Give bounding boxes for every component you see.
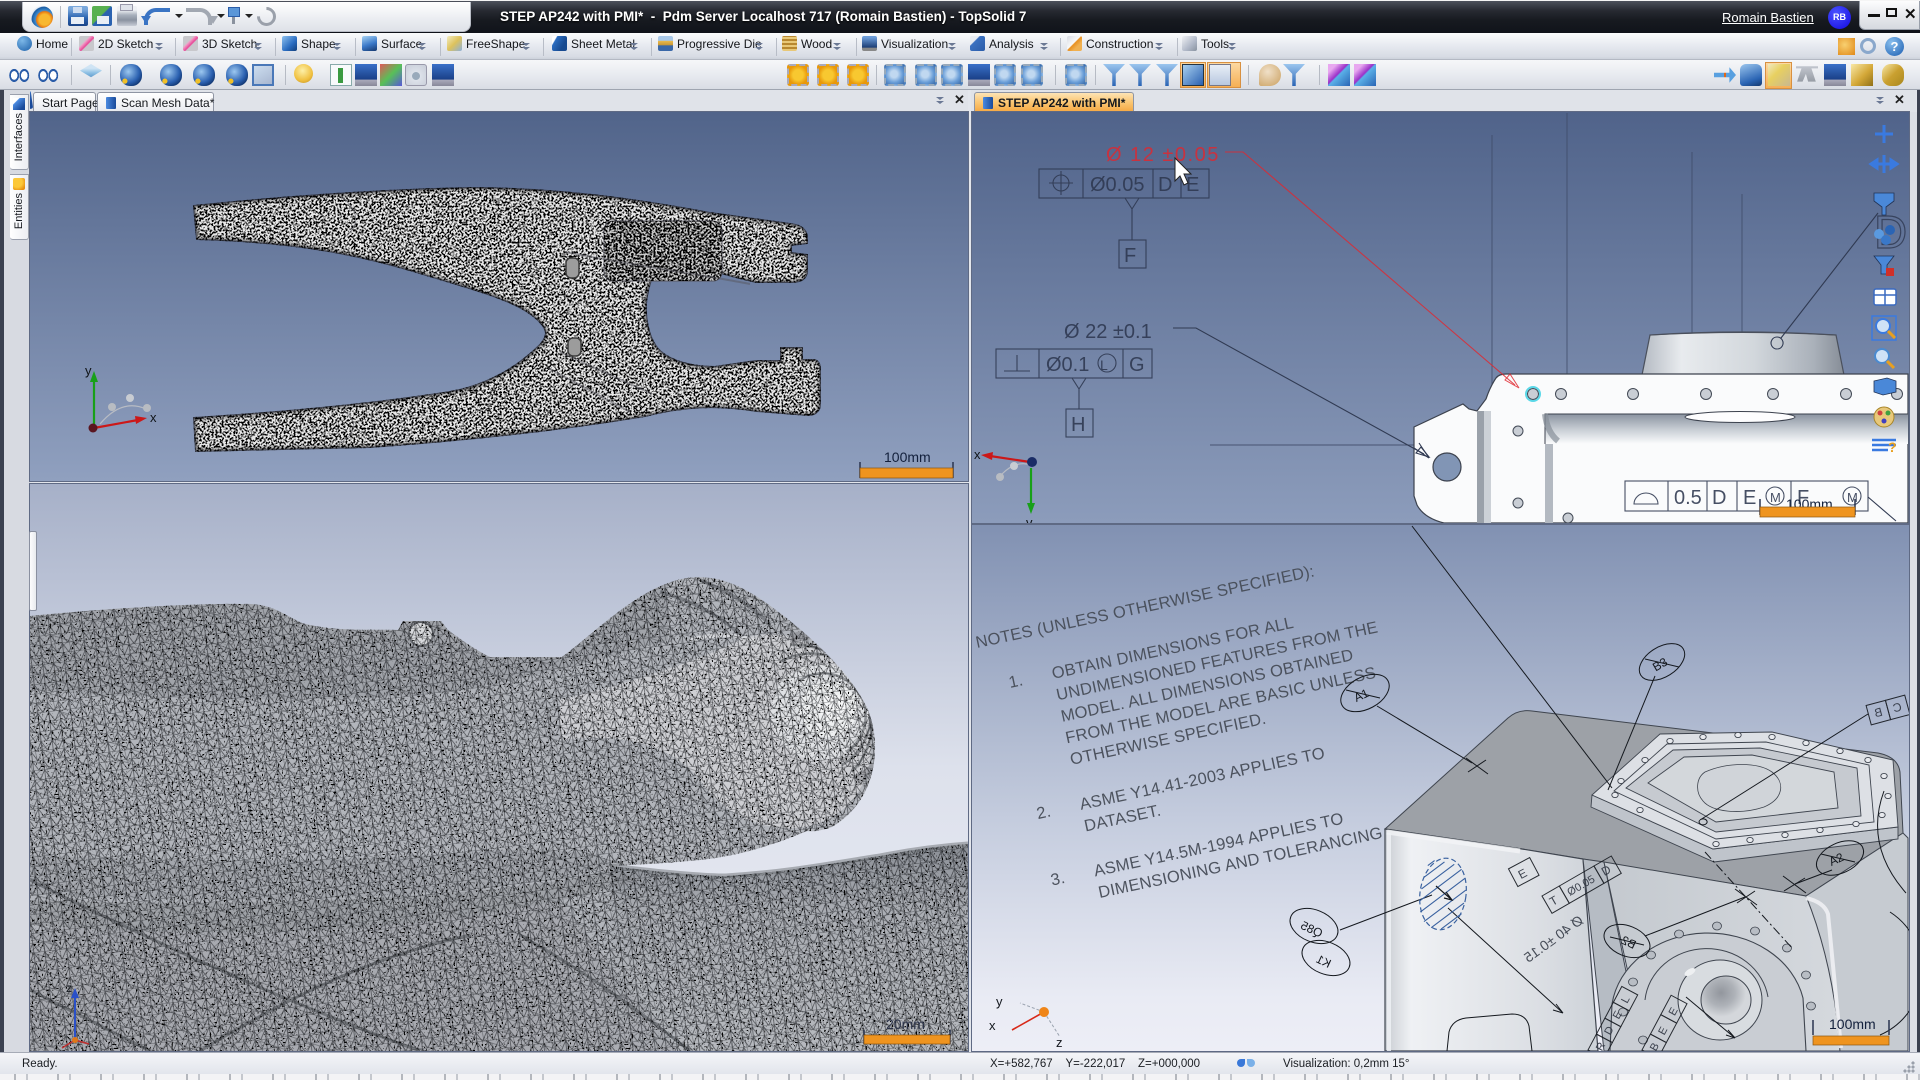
svg-text:Ø0.1: Ø0.1	[1046, 354, 1089, 376]
svg-text:D: D	[1712, 487, 1726, 509]
svg-text:M: M	[1847, 490, 1858, 505]
svg-text:G: G	[1129, 354, 1145, 376]
svg-text:H: H	[1071, 414, 1085, 436]
svg-text:x: x	[989, 1018, 996, 1033]
svg-text:E: E	[1743, 487, 1756, 509]
svg-text:L: L	[1100, 357, 1108, 373]
svg-text:Ø0.05: Ø0.05	[1090, 174, 1144, 196]
svg-text:Ø 12 ±0.05: Ø 12 ±0.05	[1106, 144, 1220, 166]
svg-text:z: z	[66, 981, 72, 995]
svg-text:M: M	[1770, 490, 1781, 505]
svg-text:F: F	[1124, 245, 1136, 267]
svg-text:100mm: 100mm	[1829, 1016, 1876, 1032]
svg-text:Ø 22 ±0.1: Ø 22 ±0.1	[1064, 321, 1152, 343]
svg-text:?: ?	[1888, 439, 1897, 455]
svg-text:D: D	[1158, 174, 1172, 196]
svg-text:20mm: 20mm	[886, 1016, 925, 1032]
svg-text:x: x	[150, 410, 157, 425]
svg-text:x: x	[974, 447, 981, 462]
svg-text:E: E	[1186, 174, 1199, 196]
svg-text:v: v	[1026, 515, 1033, 523]
svg-text:y: y	[85, 363, 92, 378]
svg-text:z: z	[1056, 1035, 1063, 1050]
svg-text:0.5: 0.5	[1674, 487, 1702, 509]
svg-text:y: y	[996, 994, 1003, 1009]
svg-text:100mm: 100mm	[884, 449, 931, 465]
